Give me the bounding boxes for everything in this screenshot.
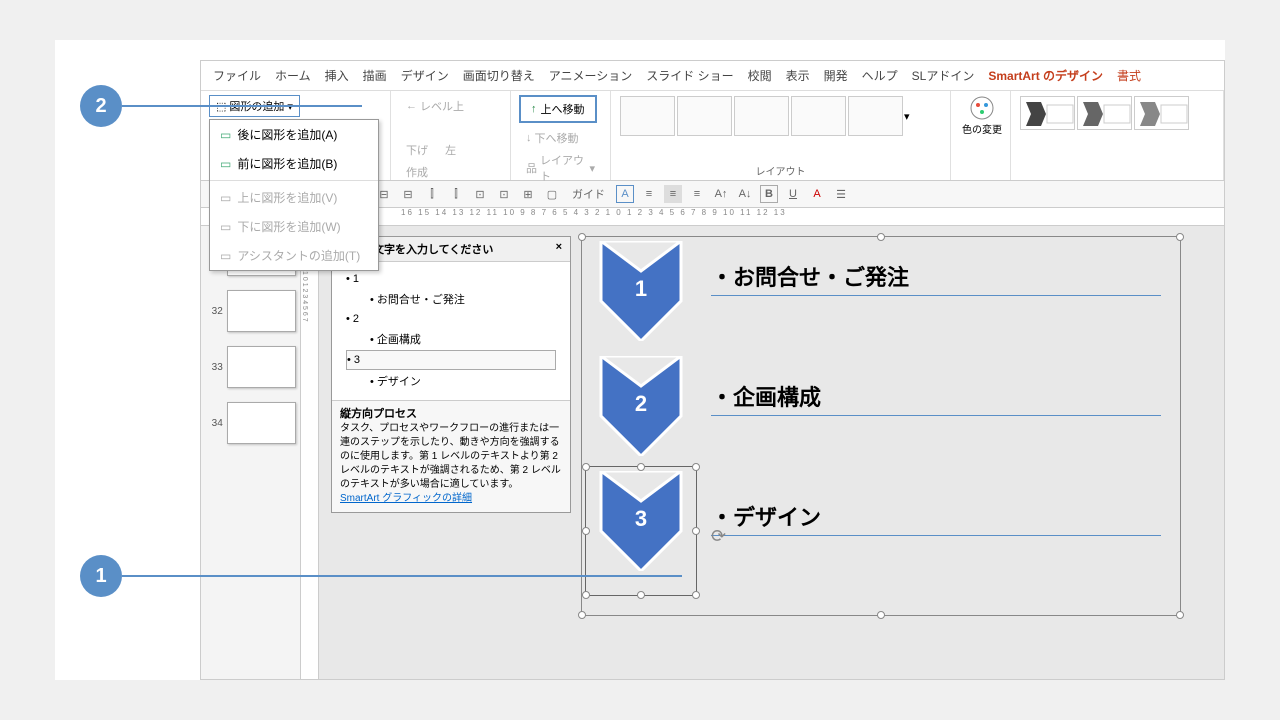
slide-thumb-34[interactable]	[227, 402, 296, 444]
menu-add-assistant: ▭アシスタントの追加(T)	[210, 241, 378, 270]
layout-option-3[interactable]	[734, 96, 789, 136]
menubar: ファイル ホーム 挿入 描画 デザイン 画面切り替え アニメーション スライド …	[201, 61, 1224, 91]
tp-item[interactable]: • お問合せ・ご発注	[346, 288, 556, 310]
menu-developer[interactable]: 開発	[824, 67, 848, 84]
thumb-num: 34	[205, 418, 223, 429]
layout-option-1[interactable]	[620, 96, 675, 136]
guide-button[interactable]: ガイド	[567, 185, 610, 203]
add-above-icon: ▭	[220, 191, 231, 205]
layout-option-4[interactable]	[791, 96, 846, 136]
vertical-ruler: 7 6 5 4 3 2 1 0 1 2 3 4 5 6 7	[301, 226, 319, 680]
style-option-2[interactable]	[1077, 96, 1132, 130]
font-color-icon[interactable]: A	[808, 185, 826, 203]
menu-transition[interactable]: 画面切り替え	[463, 67, 535, 84]
bullets-icon[interactable]: ☰	[832, 185, 850, 203]
add-shape-menu: ▭後に図形を追加(A) ▭前に図形を追加(B) ▭上に図形を追加(V) ▭下に図…	[209, 119, 379, 271]
format-options-icon[interactable]: ⟳	[711, 526, 726, 547]
callout-2-line	[122, 105, 362, 107]
textbox-icon[interactable]: A	[616, 185, 634, 203]
menu-add-above: ▭上に図形を追加(V)	[210, 183, 378, 212]
tb-icon-13[interactable]: ⊡	[495, 185, 513, 203]
left-button: 左	[438, 139, 463, 161]
app-window: ファイル ホーム 挿入 描画 デザイン 画面切り替え アニメーション スライド …	[200, 60, 1225, 680]
menu-help[interactable]: ヘルプ	[862, 67, 898, 84]
tp-item[interactable]: • 2	[346, 310, 556, 328]
menu-add-before[interactable]: ▭前に図形を追加(B)	[210, 149, 378, 178]
bold-icon[interactable]: B	[760, 185, 778, 203]
style-option-3[interactable]	[1134, 96, 1189, 130]
tp-item[interactable]: • デザイン	[346, 370, 556, 392]
tp-item[interactable]: • 企画構成	[346, 328, 556, 350]
menu-add-below: ▭下に図形を追加(W)	[210, 212, 378, 241]
slide-thumbnails: 31 32 33 34	[201, 226, 301, 680]
add-below-icon: ▭	[220, 220, 231, 234]
menu-slideshow[interactable]: スライド ショー	[646, 67, 733, 84]
tb-icon-12[interactable]: ⊡	[471, 185, 489, 203]
menu-draw[interactable]: 描画	[363, 67, 387, 84]
menu-add-after[interactable]: ▭後に図形を追加(A)	[210, 120, 378, 149]
smartart-label-2[interactable]: ・企画構成	[711, 376, 1161, 416]
add-before-icon: ▭	[220, 157, 231, 171]
menu-sladdin[interactable]: SLアドイン	[912, 67, 975, 84]
chevron-1[interactable]: 1	[591, 241, 691, 341]
layout-option-2[interactable]	[677, 96, 732, 136]
slide-thumb-33[interactable]	[227, 346, 296, 388]
workspace: 31 32 33 34 7 6 5 4 3 2 1 0 1 2 3 4 5 6 …	[201, 226, 1224, 680]
arrow-up-icon: ↑	[531, 103, 537, 115]
create-button: 作成	[399, 161, 435, 183]
tb-icon-10[interactable]: ⫿	[423, 185, 441, 203]
move-down-button: ↓ 下へ移動	[519, 127, 586, 149]
thumb-num: 32	[205, 306, 223, 317]
menu-view[interactable]: 表示	[786, 67, 810, 84]
tp-item-selected[interactable]: • 3	[346, 350, 556, 370]
palette-icon	[969, 95, 995, 121]
thumb-num: 33	[205, 362, 223, 373]
tb-icon-9[interactable]: ⊟	[399, 185, 417, 203]
change-colors-button[interactable]: 色の変更	[959, 95, 1005, 136]
add-after-icon: ▭	[220, 128, 231, 142]
font-increase-icon[interactable]: A↑	[712, 185, 730, 203]
tp-item[interactable]: • 1	[346, 270, 556, 288]
menu-format[interactable]: 書式	[1117, 67, 1141, 84]
slide-canvas[interactable]: 7 6 5 4 3 2 1 0 1 2 3 4 5 6 7 ここに文字を入力して…	[301, 226, 1224, 680]
font-decrease-icon[interactable]: A↓	[736, 185, 754, 203]
smartart-text-pane: ここに文字を入力してください × • 1 • お問合せ・ご発注 • 2 • 企画…	[331, 236, 571, 513]
chevron-2[interactable]: 2	[591, 356, 691, 456]
tb-icon-14[interactable]: ⊞	[519, 185, 537, 203]
smartart-details-link[interactable]: SmartArt グラフィックの詳細	[340, 493, 472, 504]
callout-2: 2	[80, 85, 122, 127]
tb-icon-15[interactable]: ▢	[543, 185, 561, 203]
align-center-icon[interactable]: ≡	[664, 185, 682, 203]
textpane-body[interactable]: • 1 • お問合せ・ご発注 • 2 • 企画構成 • 3 • デザイン	[332, 262, 570, 400]
tb-icon-11[interactable]: ⫿	[447, 185, 465, 203]
slide-thumb-32[interactable]	[227, 290, 296, 332]
smartart-label-1[interactable]: ・お問合せ・ご発注	[711, 256, 1161, 296]
menu-insert[interactable]: 挿入	[325, 67, 349, 84]
smartart-label-3[interactable]: ・デザイン	[711, 496, 1161, 536]
layout-more-icon[interactable]: ▾	[904, 110, 910, 123]
textpane-description: 縦方向プロセス タスク、プロセスやワークフローの進行または一連のステップを示した…	[332, 400, 570, 512]
add-assistant-icon: ▭	[220, 249, 231, 263]
menu-review[interactable]: 校閲	[748, 67, 772, 84]
style-option-1[interactable]	[1020, 96, 1075, 130]
align-right-icon[interactable]: ≡	[688, 185, 706, 203]
callout-1-line	[122, 575, 682, 577]
layout-group-label: レイアウト	[611, 163, 950, 178]
menu-smartart-design[interactable]: SmartArt のデザイン	[988, 67, 1103, 84]
menu-design[interactable]: デザイン	[401, 67, 449, 84]
menu-file[interactable]: ファイル	[213, 67, 261, 84]
move-up-button[interactable]: ↑ 上へ移動	[519, 95, 597, 123]
textpane-close-icon[interactable]: ×	[556, 241, 562, 257]
menu-home[interactable]: ホーム	[275, 67, 311, 84]
underline-icon[interactable]: U	[784, 185, 802, 203]
layout-option-5[interactable]	[848, 96, 903, 136]
align-left-icon[interactable]: ≡	[640, 185, 658, 203]
level-up-button: ← レベル上	[399, 95, 471, 117]
menu-animation[interactable]: アニメーション	[549, 67, 633, 84]
level-down-button: 下げ	[399, 139, 435, 161]
callout-1: 1	[80, 555, 122, 597]
layout-button: 品 レイアウト ▾	[519, 149, 602, 187]
